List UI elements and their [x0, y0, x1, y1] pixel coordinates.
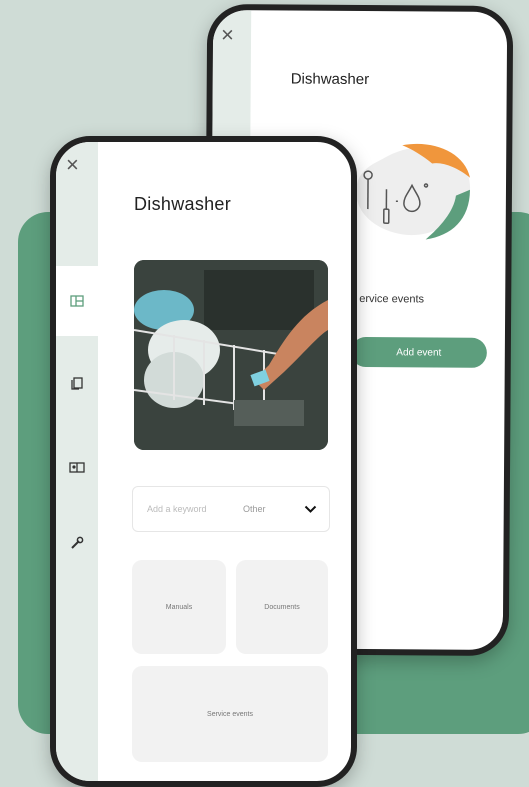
service-events-tile-label: Service events	[207, 710, 253, 718]
manuals-tile[interactable]: Manuals	[132, 560, 226, 654]
page-title: Dishwasher	[134, 194, 232, 214]
close-icon[interactable]: ×	[66, 154, 79, 176]
manuals-label: Manuals	[165, 603, 193, 611]
filter-select[interactable]: Other	[243, 504, 266, 514]
service-events-tile[interactable]: Service events	[132, 666, 328, 762]
nav-overview[interactable]	[56, 266, 98, 336]
search-field[interactable]: Add a keyword Other	[132, 486, 330, 532]
nav-gallery[interactable]	[56, 432, 98, 502]
overview-icon	[70, 295, 84, 307]
documents-icon	[71, 376, 83, 390]
wrench-icon	[71, 536, 84, 549]
close-icon[interactable]: ×	[221, 22, 234, 47]
add-event-button[interactable]: Add event	[350, 336, 487, 368]
documents-tile[interactable]: Documents	[236, 560, 328, 654]
nav-documents[interactable]	[56, 348, 98, 418]
phone-front: × Dishwasher Add a keyword Other Manuals…	[50, 136, 357, 787]
nav-tools[interactable]	[56, 508, 98, 578]
service-illustration	[356, 143, 471, 240]
chevron-down-icon[interactable]	[304, 505, 317, 514]
gallery-icon	[69, 462, 85, 473]
documents-label: Documents	[264, 603, 300, 611]
search-placeholder: Add a keyword	[147, 504, 207, 514]
page-title: Dishwasher	[290, 70, 370, 89]
service-events-label: ervice events	[359, 293, 425, 306]
dishwasher-photo	[134, 260, 328, 450]
